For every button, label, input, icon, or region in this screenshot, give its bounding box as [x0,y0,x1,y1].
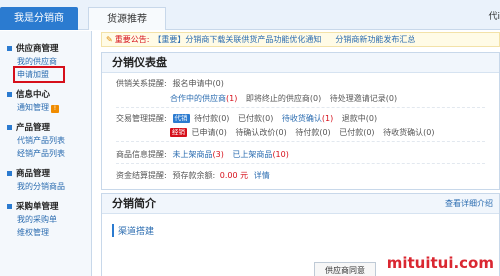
trade-row-1: 交易管理提醒: 代销 待付款(0) 已付款(0) 待收货确认(1) 退款中(0) [116,113,383,124]
dashboard-title: 分销仪表盘 [102,53,499,73]
more-intro-link[interactable]: 查看详细介绍 [445,194,493,214]
sidebar-item-notifications[interactable]: 通知管理! [7,101,91,114]
pending-invites[interactable]: 待处理邀请记录(0) [330,94,397,103]
unlisted-count: (3) [212,150,224,159]
cooperating-count: (1) [226,94,238,103]
sidebar-group-title: 产品管理 [16,123,51,133]
top-nav-bar: 我是分销商 货源推荐 代i [0,0,500,30]
top-right-text: 代i [488,12,500,22]
listed-products-link[interactable]: 已上架商品 [232,150,272,159]
sidebar-group-title: 信息中心 [16,90,51,100]
divider [116,141,485,142]
funds-detail-link[interactable]: 详情 [254,171,270,180]
divider [116,107,485,108]
announcement-bar: ✎ 重要公告: 【重要】分销商下载关联供货产品功能优化通知 分销商新功能发布汇总 [101,32,500,47]
trade-row-2: 经销 已申请(0) 待确认改价(0) 待付款(0) 已付款(0) 待收货确认(0… [170,127,440,138]
supplier-agree-button[interactable]: 供应商同意 [314,262,376,276]
announcement-label: 重要公告: [114,35,150,44]
square-bullet-icon [7,45,12,51]
sidebar-group-product: 产品管理 代销产品列表 经销产品列表 [0,120,91,160]
product-row: 商品信息提醒: 未上架商品(3) 已上架商品(10) [116,149,289,160]
speaker-icon: ✎ [106,35,113,44]
sidebar-item-dealer-products[interactable]: 经销产品列表 [7,147,91,160]
watermark: mituitui.com [386,254,494,272]
ending-suppliers[interactable]: 即将终止的供应商(0) [246,94,321,103]
tab-distributor[interactable]: 我是分销商 [0,7,78,30]
tab-supply-recommend[interactable]: 货源推荐 [88,7,166,30]
square-bullet-icon [7,203,12,209]
listed-count: (10) [272,150,289,159]
trade-paid-2[interactable]: 已付款(0) [339,128,374,137]
new-badge-icon: ! [51,105,59,113]
trade-receipt-2[interactable]: 待收货确认(0) [383,128,434,137]
sidebar-group-purchase: 采购单管理 我的采购单 维权管理 [0,199,91,239]
sidebar-group-info: 信息中心 通知管理! [0,87,91,114]
trade-paid[interactable]: 已付款(0) [238,114,273,123]
trade-applied[interactable]: 已申请(0) [192,128,227,137]
channel-building-label: 渠道搭建 [112,224,154,237]
apply-pending[interactable]: 报名申请中(0) [173,79,224,88]
deposit-label: 预存款余额: [172,171,216,180]
sidebar-item-label: 通知管理 [17,103,49,112]
sidebar-item-apply-join[interactable]: 申请加盟 [13,66,65,83]
product-label: 商品信息提醒: [116,150,167,159]
sidebar-item-my-goods[interactable]: 我的分销商品 [7,180,91,193]
divider [116,163,485,164]
trade-refund[interactable]: 退款中(0) [342,114,377,123]
dealer-tag: 经销 [170,128,187,137]
square-bullet-icon [7,170,12,176]
supply-row-2: 合作中的供应商(1) 即将终止的供应商(0) 待处理邀请记录(0) [170,93,403,104]
trade-receipt-link[interactable]: 待收货确认 [282,114,322,123]
trade-label: 交易管理提醒: [116,114,167,123]
sidebar: 供应商管理 我的供应商 申请加盟 信息中心 通知管理! 产品管理 代销产品列表 … [0,31,92,276]
dashboard-panel: 分销仪表盘 供销关系提醒: 报名申请中(0) 合作中的供应商(1) 即将终止的供… [101,52,500,190]
trade-unpaid[interactable]: 待付款(0) [194,114,229,123]
funds-row: 资金结算提醒: 预存款余额: 0.00 元 详情 [116,170,270,181]
announcement-link[interactable]: 分销商新功能发布汇总 [335,34,415,45]
funds-label: 资金结算提醒: [116,171,167,180]
unlisted-products-link[interactable]: 未上架商品 [173,150,213,159]
trade-unpaid-2[interactable]: 待付款(0) [295,128,330,137]
sidebar-group-goods: 商品管理 我的分销商品 [0,166,91,193]
square-bullet-icon [7,91,12,97]
supply-label: 供销关系提醒: [116,79,167,88]
supply-row-1: 供销关系提醒: 报名申请中(0) [116,78,230,89]
square-bullet-icon [7,124,12,130]
deposit-amount: 0.00 元 [219,171,249,180]
intro-title: 分销简介 [112,197,156,210]
sidebar-group-title: 商品管理 [16,169,51,179]
sidebar-item-my-suppliers[interactable]: 我的供应商 [7,55,91,68]
sidebar-group-supplier: 供应商管理 我的供应商 申请加盟 [0,41,91,83]
trade-receipt-count: (1) [321,114,334,123]
sidebar-item-rights[interactable]: 维权管理 [7,226,91,239]
sidebar-item-consign-products[interactable]: 代销产品列表 [7,134,91,147]
trade-price-confirm[interactable]: 待确认改价(0) [235,128,286,137]
sidebar-group-title: 采购单管理 [16,202,59,212]
announcement-link[interactable]: 【重要】分销商下载关联供货产品功能优化通知 [153,34,321,45]
consign-tag: 代销 [172,114,190,123]
cooperating-suppliers-link[interactable]: 合作中的供应商 [170,94,226,103]
sidebar-group-title: 供应商管理 [16,44,59,54]
sidebar-item-my-purchase[interactable]: 我的采购单 [7,213,91,226]
